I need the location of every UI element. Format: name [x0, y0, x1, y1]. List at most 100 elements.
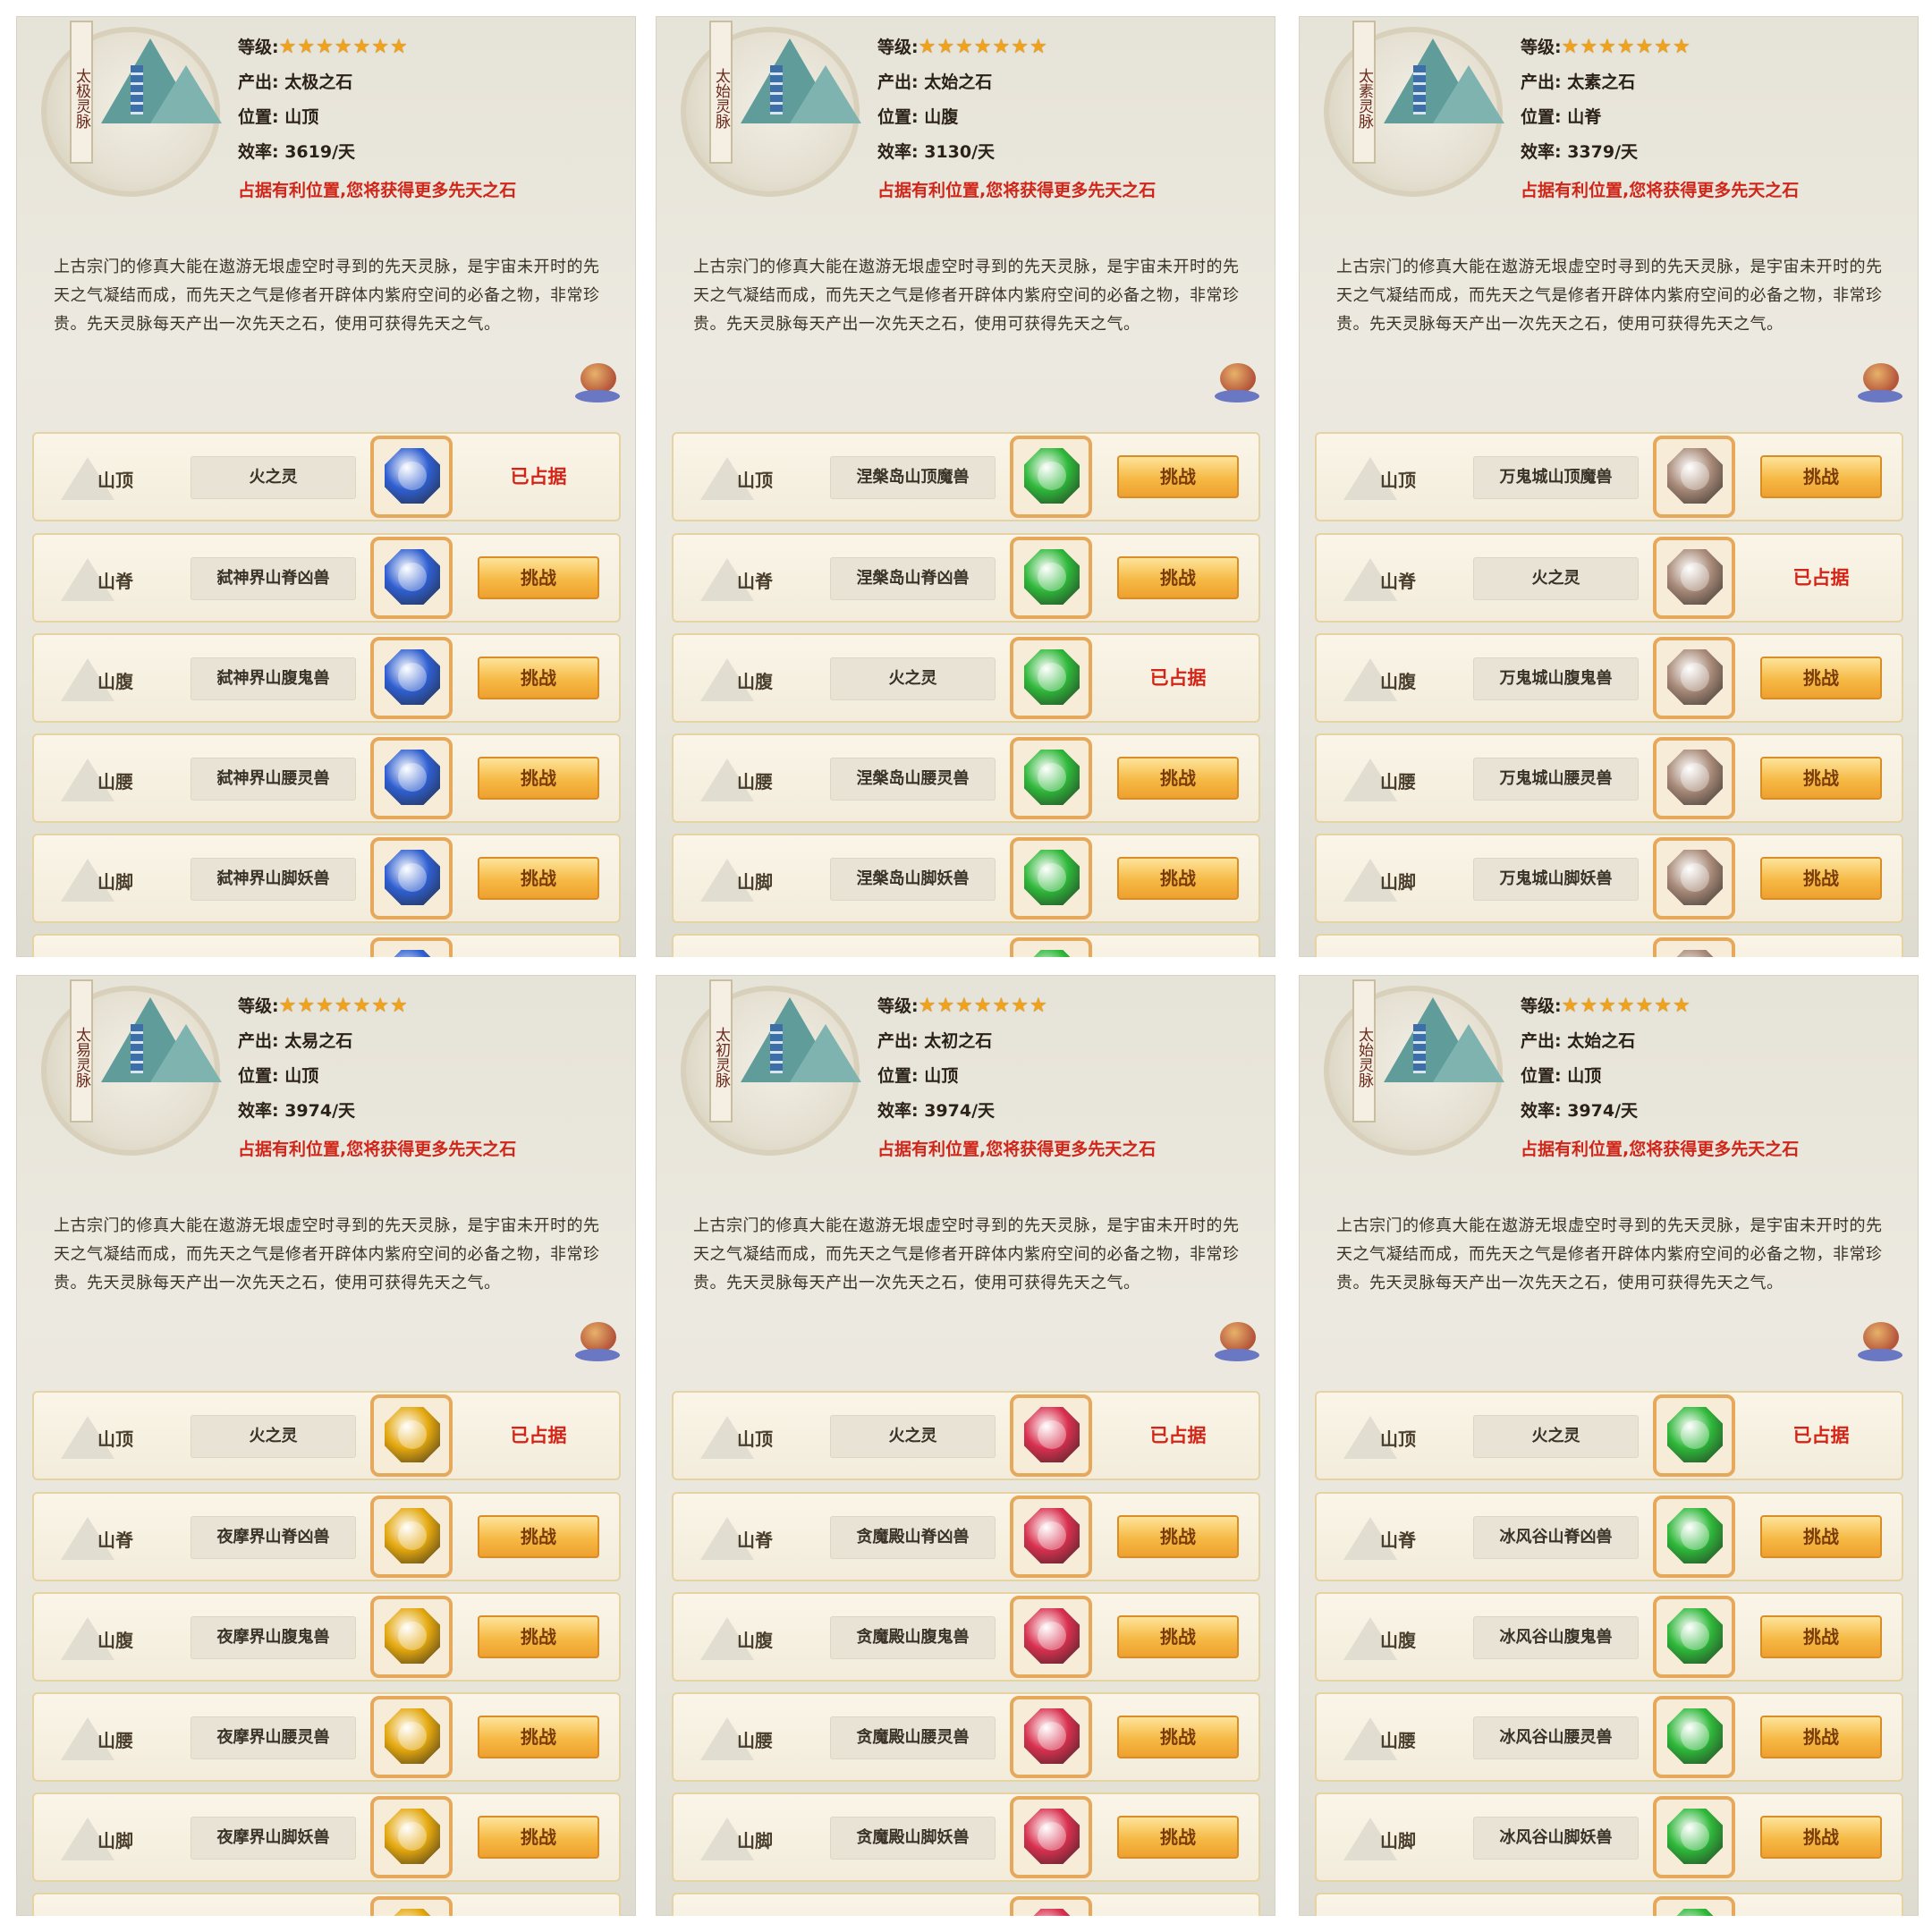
challenge-button[interactable]: 挑战: [1760, 1716, 1882, 1758]
slot-location: 山脚: [97, 871, 133, 893]
challenge-button[interactable]: 挑战: [1117, 1716, 1239, 1758]
stone-reward-icon[interactable]: [1010, 1696, 1092, 1778]
stone-reward-icon[interactable]: [1653, 637, 1735, 719]
occupied-status: 已占据: [1149, 1425, 1207, 1446]
rate-text: 效率: 3974/天: [1521, 1101, 1639, 1121]
challenge-button[interactable]: 挑战: [478, 556, 599, 599]
stone-reward-icon[interactable]: [1010, 1796, 1092, 1878]
gem-highlight: [398, 563, 427, 591]
stone-reward-icon[interactable]: [1010, 436, 1092, 518]
occupy-hint: 占据有利位置,您将获得更多先天之石: [1521, 181, 1800, 200]
occupied-status: 已占据: [1792, 1425, 1850, 1446]
challenge-button[interactable]: 挑战: [478, 857, 599, 900]
stone-reward-icon[interactable]: [1653, 737, 1735, 819]
slot-guardian-name: 夜摩界山腰灵兽: [191, 1716, 356, 1759]
level-label: 等级:: [1521, 996, 1562, 1016]
rate-text: 效率: 3130/天: [877, 142, 996, 162]
treasure-gourd-icon[interactable]: [1854, 1315, 1906, 1367]
vein-slot-row: 山脚 贪魔殿山脚妖兽 挑战: [672, 1792, 1260, 1882]
stone-reward-icon[interactable]: [370, 537, 453, 619]
gem-highlight: [398, 1622, 427, 1650]
vein-slot-row: 山顶 火之灵 已占据: [1315, 1391, 1903, 1480]
slot-location: 山腰: [737, 1730, 773, 1751]
mountain-illustration-back: [1433, 65, 1504, 123]
treasure-gourd-icon[interactable]: [1211, 1315, 1263, 1367]
stone-reward-icon[interactable]: [1010, 537, 1092, 619]
stone-reward-icon[interactable]: [1653, 537, 1735, 619]
slot-guardian-name: 贪魔殿山脊凶兽: [830, 1516, 996, 1559]
gem-icon: [1667, 950, 1723, 957]
slot-guardian-name: 火之灵: [191, 456, 356, 499]
vein-name-banner: 太易灵脉: [70, 979, 93, 1123]
slot-guardian-name: 冰风谷山腰灵兽: [1473, 1716, 1639, 1759]
occupied-status: 已占据: [1792, 567, 1850, 589]
output-text: 产出: 太易之石: [238, 1031, 353, 1051]
challenge-button[interactable]: 挑战: [1760, 455, 1882, 498]
challenge-button[interactable]: 挑战: [1117, 1615, 1239, 1658]
treasure-gourd-icon[interactable]: [572, 1315, 623, 1367]
stone-reward-icon[interactable]: [1010, 637, 1092, 719]
vein-slot-row: 山顶 万鬼城山顶魔兽 挑战: [1315, 432, 1903, 521]
gem-highlight: [398, 1521, 427, 1550]
challenge-button[interactable]: 挑战: [1117, 757, 1239, 800]
challenge-button[interactable]: 挑战: [478, 757, 599, 800]
challenge-button[interactable]: 挑战: [1760, 1816, 1882, 1859]
stone-reward-icon[interactable]: [1010, 1394, 1092, 1477]
challenge-button[interactable]: 挑战: [1117, 1515, 1239, 1558]
challenge-button[interactable]: 挑战: [478, 1615, 599, 1658]
stone-reward-icon[interactable]: [1010, 1596, 1092, 1678]
stone-reward-icon[interactable]: [1653, 436, 1735, 518]
stone-reward-icon[interactable]: [1010, 1496, 1092, 1578]
stone-reward-icon[interactable]: [370, 1696, 453, 1778]
vein-slot-row: 山脊 火之灵 已占据: [1315, 533, 1903, 623]
stone-reward-icon[interactable]: [1653, 1696, 1735, 1778]
challenge-button[interactable]: 挑战: [1117, 556, 1239, 599]
stone-reward-icon[interactable]: [370, 1496, 453, 1578]
vein-description: 上古宗门的修真大能在遨游无垠虚空时寻到的先天灵脉，是宇宙未开时的先天之气凝结而成…: [693, 258, 1240, 334]
slot-location: 山腰: [737, 771, 773, 792]
stone-reward-icon[interactable]: [1010, 737, 1092, 819]
challenge-button[interactable]: 挑战: [1760, 1615, 1882, 1658]
stone-reward-icon[interactable]: [1653, 1596, 1735, 1678]
position-text: 位置: 山腹: [877, 107, 959, 127]
challenge-button[interactable]: 挑战: [1117, 455, 1239, 498]
stone-reward-icon[interactable]: [1653, 837, 1735, 919]
treasure-gourd-icon[interactable]: [1854, 356, 1906, 408]
slot-location: 山顶: [1380, 1428, 1416, 1450]
challenge-button[interactable]: 挑战: [1117, 1816, 1239, 1859]
occupied-status: 已占据: [1149, 667, 1207, 689]
challenge-button[interactable]: 挑战: [478, 1716, 599, 1758]
stone-reward-icon[interactable]: [1010, 837, 1092, 919]
stone-reward-icon[interactable]: [1653, 1796, 1735, 1878]
challenge-button[interactable]: 挑战: [478, 1515, 599, 1558]
stone-reward-icon[interactable]: [370, 1796, 453, 1878]
pagoda-icon: [770, 1024, 783, 1073]
vein-slot-row: 山顶 火之灵 已占据: [32, 1391, 621, 1480]
slot-guardian-name: 夜摩界山脚妖兽: [191, 1817, 356, 1860]
level-row: 等级:★★★★★★★: [877, 34, 1262, 69]
challenge-button[interactable]: 挑战: [1117, 857, 1239, 900]
gem-highlight: [1038, 1722, 1066, 1750]
challenge-button[interactable]: 挑战: [1760, 1515, 1882, 1558]
treasure-gourd-icon[interactable]: [572, 356, 623, 408]
slot-location: 山脚: [97, 1830, 133, 1852]
stone-reward-icon[interactable]: [370, 737, 453, 819]
stone-reward-icon[interactable]: [1653, 1496, 1735, 1578]
stone-reward-icon[interactable]: [370, 1394, 453, 1477]
stone-reward-icon[interactable]: [370, 436, 453, 518]
stone-reward-icon[interactable]: [1653, 1394, 1735, 1477]
challenge-button[interactable]: 挑战: [1760, 857, 1882, 900]
stone-reward-icon[interactable]: [370, 837, 453, 919]
challenge-button[interactable]: 挑战: [1760, 757, 1882, 800]
stone-reward-icon[interactable]: [370, 637, 453, 719]
output-text: 产出: 太始之石: [1521, 1031, 1636, 1051]
occupy-hint: 占据有利位置,您将获得更多先天之石: [238, 1140, 517, 1159]
challenge-button[interactable]: 挑战: [478, 657, 599, 699]
slot-location: 山脊: [1380, 571, 1416, 592]
vein-slot-row: 山腹 贪魔殿山腹鬼兽 挑战: [672, 1592, 1260, 1682]
challenge-button[interactable]: 挑战: [1760, 657, 1882, 699]
stone-reward-icon[interactable]: [370, 1596, 453, 1678]
challenge-button[interactable]: 挑战: [478, 1816, 599, 1859]
gem-highlight: [1038, 1822, 1066, 1851]
treasure-gourd-icon[interactable]: [1211, 356, 1263, 408]
